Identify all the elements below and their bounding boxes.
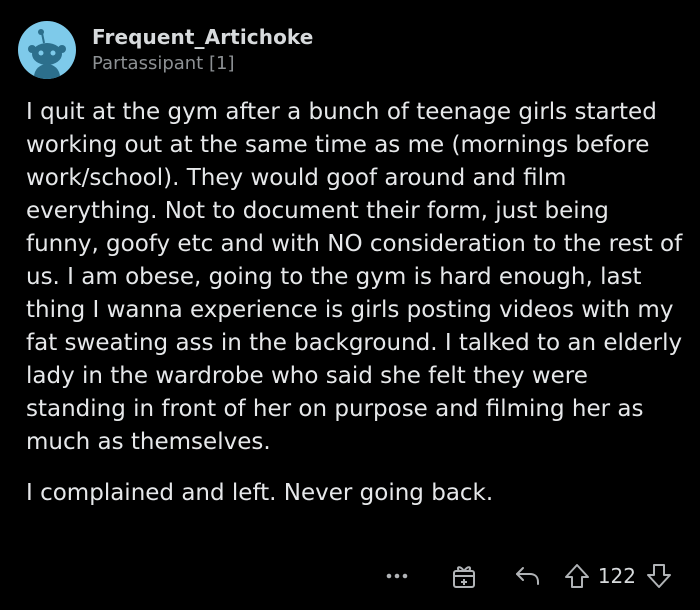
vote-score: 122	[597, 564, 636, 588]
comment-header: Frequent_Artichoke Partassipant [1]	[18, 20, 313, 80]
username[interactable]: Frequent_Artichoke	[92, 24, 313, 50]
more-options-icon[interactable]	[382, 572, 412, 580]
reply-icon[interactable]	[514, 564, 542, 588]
comment-body: I quit at the gym after a bunch of teena…	[26, 96, 686, 528]
comment-actions: 122	[382, 556, 672, 596]
comment-card: Frequent_Artichoke Partassipant [1] I qu…	[0, 0, 700, 610]
user-block: Frequent_Artichoke Partassipant [1]	[92, 24, 313, 77]
user-flair: Partassipant [1]	[92, 52, 235, 74]
upvote-icon[interactable]	[564, 562, 590, 590]
snoo-avatar-icon[interactable]	[18, 21, 76, 79]
downvote-icon[interactable]	[646, 562, 672, 590]
comment-paragraph: I quit at the gym after a bunch of teena…	[26, 99, 683, 455]
comment-paragraph: I complained and left. Never going back.	[26, 480, 494, 506]
award-icon[interactable]	[450, 562, 478, 590]
